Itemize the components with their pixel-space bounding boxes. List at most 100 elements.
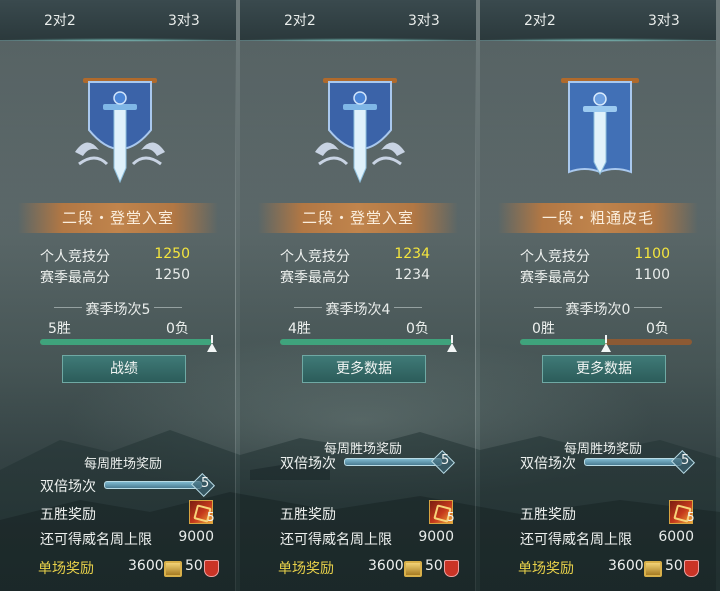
season-high-value: 1234	[394, 267, 430, 283]
arena-rank-screen: 2对2 3对3 二段・登堂入室 个人竞技分 1250 赛季最高分 1250 赛季…	[0, 0, 720, 591]
more-data-button[interactable]: 更多数据	[302, 355, 426, 383]
season-matches-label: 赛季场次5	[85, 302, 151, 318]
five-wins-reward-count: 5	[687, 510, 695, 524]
coin-reward-value: 3600	[128, 558, 164, 574]
season-matches-label: 赛季场次4	[325, 302, 391, 318]
season-high-value: 1250	[154, 267, 190, 283]
divider-left	[294, 307, 322, 308]
mode-tabs: 2对2 3对3	[240, 0, 476, 42]
coin-reward-value: 3600	[608, 558, 644, 574]
season-high-label: 赛季最高分	[40, 270, 110, 286]
losses-count: 0负	[166, 321, 189, 337]
tab-2v2[interactable]: 2对2	[524, 10, 556, 30]
season-matches-label: 赛季场次0	[565, 302, 631, 318]
divider-right	[634, 307, 662, 308]
coin-icon	[164, 561, 182, 577]
season-matches-header: 赛季场次0	[500, 299, 696, 319]
tab-3v3[interactable]: 3对3	[648, 10, 680, 30]
personal-score-label: 个人竞技分	[520, 249, 590, 265]
five-wins-reward-count: 5	[207, 510, 215, 524]
weekly-cap-value: 9000	[418, 529, 454, 545]
coin-icon	[404, 561, 422, 577]
panel-divider	[235, 40, 236, 591]
weekly-cap-value: 6000	[658, 529, 694, 545]
shield-icon	[684, 560, 699, 577]
shield-reward-value: 50	[425, 558, 443, 574]
win-bar-fill	[40, 339, 212, 345]
divider-right	[154, 307, 182, 308]
more-data-button[interactable]: 更多数据	[542, 355, 666, 383]
single-match-reward-label: 单场奖励	[278, 561, 334, 577]
season-matches-header: 赛季场次5	[20, 299, 216, 319]
ratio-pin	[211, 335, 213, 343]
double-matches-bar	[104, 481, 202, 489]
divider-left	[54, 307, 82, 308]
single-match-reward-label: 单场奖励	[518, 561, 574, 577]
tab-underline-glow	[0, 38, 236, 42]
win-loss-bar	[280, 335, 457, 352]
shield-reward-value: 50	[665, 558, 683, 574]
double-matches-bar	[344, 458, 442, 466]
ratio-marker-icon	[447, 343, 457, 352]
weekly-cap-label: 还可得威名周上限	[40, 532, 152, 548]
weekly-reward-title: 每周胜场奖励	[84, 457, 163, 472]
double-matches-bar	[584, 458, 682, 466]
coin-reward-value: 3600	[368, 558, 404, 574]
double-matches-label: 双倍场次	[40, 479, 96, 495]
double-matches-count: 5	[441, 453, 450, 468]
personal-score-label: 个人竞技分	[40, 249, 110, 265]
double-matches-label: 双倍场次	[280, 456, 336, 472]
shield-icon	[444, 560, 459, 577]
tab-underline-glow	[480, 38, 716, 42]
tab-2v2[interactable]: 2对2	[284, 10, 316, 30]
sword-banner-tier2-icon	[315, 78, 405, 184]
tab-3v3[interactable]: 3对3	[408, 10, 440, 30]
win-loss-bar	[40, 335, 217, 352]
personal-score-value: 1250	[154, 246, 190, 262]
ratio-marker-icon	[207, 343, 217, 352]
divider-right	[394, 307, 422, 308]
divider-left	[534, 307, 562, 308]
coin-icon	[644, 561, 662, 577]
five-wins-label: 五胜奖励	[280, 507, 336, 523]
personal-score-value: 1234	[394, 246, 430, 262]
mode-tabs: 2对2 3对3	[0, 0, 236, 42]
weekly-cap-label: 还可得威名周上限	[520, 532, 632, 548]
rank-title: 一段・粗通皮毛	[498, 203, 698, 233]
five-wins-reward-count: 5	[447, 510, 455, 524]
personal-score-value: 1100	[634, 246, 670, 262]
win-bar-fill	[280, 339, 452, 345]
double-matches-label: 双倍场次	[520, 456, 576, 472]
wins-count: 4胜	[288, 321, 311, 337]
tab-3v3[interactable]: 3对3	[168, 10, 200, 30]
double-matches-count: 5	[681, 453, 690, 468]
sword-banner-tier2-icon	[75, 78, 165, 184]
five-wins-label: 五胜奖励	[40, 507, 96, 523]
tab-2v2[interactable]: 2对2	[44, 10, 76, 30]
ratio-pin	[605, 335, 607, 343]
win-bar-fill	[520, 339, 606, 345]
ratio-marker-icon	[601, 343, 611, 352]
win-loss-bar	[520, 335, 692, 352]
record-button[interactable]: 战绩	[62, 355, 186, 383]
sword-banner-tier1-icon	[561, 78, 639, 176]
season-high-value: 1100	[634, 267, 670, 283]
double-matches-count: 5	[201, 476, 210, 491]
weekly-cap-value: 9000	[178, 529, 214, 545]
rank-title: 二段・登堂入室	[258, 203, 458, 233]
losses-count: 0负	[406, 321, 429, 337]
mode-panel-3: 2对2 3对3 一段・粗通皮毛 个人竞技分 1100 赛季最高分 1100 赛季…	[480, 0, 716, 591]
tab-underline-glow	[240, 38, 476, 42]
losses-count: 0负	[646, 321, 669, 337]
mode-panel-2: 2对2 3对3 二段・登堂入室 个人竞技分 1234 赛季最高分 1234 赛季…	[240, 0, 476, 591]
personal-score-label: 个人竞技分	[280, 249, 350, 265]
shield-reward-value: 50	[185, 558, 203, 574]
ratio-pin	[451, 335, 453, 343]
mode-panel-1: 2对2 3对3 二段・登堂入室 个人竞技分 1250 赛季最高分 1250 赛季…	[0, 0, 236, 591]
single-match-reward-label: 单场奖励	[38, 561, 94, 577]
panel-divider	[475, 40, 476, 591]
mode-tabs: 2对2 3对3	[480, 0, 716, 42]
season-matches-header: 赛季场次4	[260, 299, 456, 319]
season-high-label: 赛季最高分	[280, 270, 350, 286]
shield-icon	[204, 560, 219, 577]
